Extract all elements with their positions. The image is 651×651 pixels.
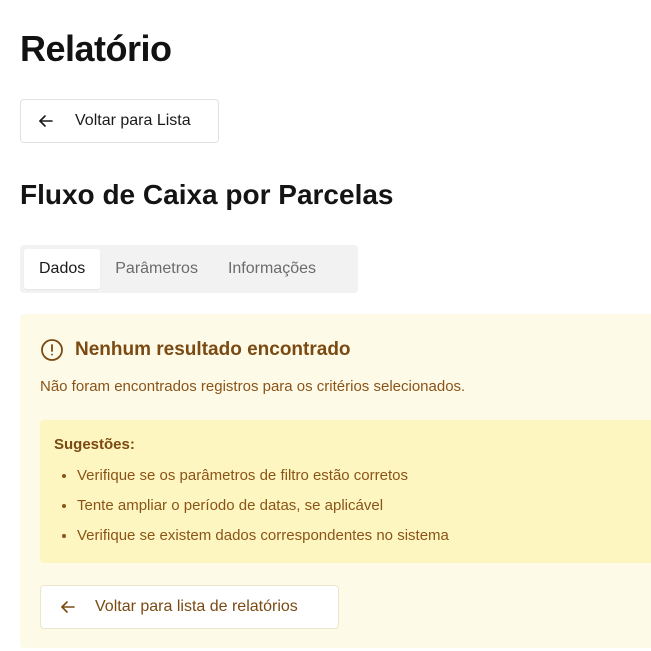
arrow-left-icon <box>59 598 77 616</box>
suggestions-title: Sugestões: <box>54 436 135 453</box>
back-to-list-button[interactable]: Voltar para Lista <box>20 99 219 143</box>
alert-description: Não foram encontrados registros para os … <box>40 378 466 395</box>
suggestion-item: Tente ampliar o período de datas, se apl… <box>77 491 637 521</box>
suggestions-box: Sugestões: Verifique se os parâmetros de… <box>40 420 651 563</box>
report-title: Fluxo de Caixa por Parcelas <box>20 179 394 210</box>
arrow-left-icon <box>37 112 55 130</box>
info-circle-icon <box>40 338 64 362</box>
alert-header: Nenhum resultado encontrado <box>40 338 351 362</box>
tab-dados[interactable]: Dados <box>24 249 101 289</box>
page-title: Relatório <box>20 28 172 69</box>
report-page: Relatório Voltar para Lista Fluxo de Cai… <box>0 0 651 651</box>
back-to-list-label: Voltar para Lista <box>75 112 191 129</box>
back-to-reports-button[interactable]: Voltar para lista de relatórios <box>40 585 339 629</box>
alert-title: Nenhum resultado encontrado <box>75 339 351 360</box>
no-results-alert: Nenhum resultado encontrado Não foram en… <box>20 314 651 648</box>
suggestion-item: Verifique se existem dados correspondent… <box>77 521 637 551</box>
tab-informacoes[interactable]: Informações <box>213 249 331 289</box>
report-tabs: Dados Parâmetros Informações <box>20 245 358 293</box>
tab-parametros[interactable]: Parâmetros <box>100 249 213 289</box>
suggestion-item: Verifique se os parâmetros de filtro est… <box>77 461 637 491</box>
back-to-reports-label: Voltar para lista de relatórios <box>95 598 298 615</box>
suggestions-list: Verifique se os parâmetros de filtro est… <box>54 461 637 551</box>
